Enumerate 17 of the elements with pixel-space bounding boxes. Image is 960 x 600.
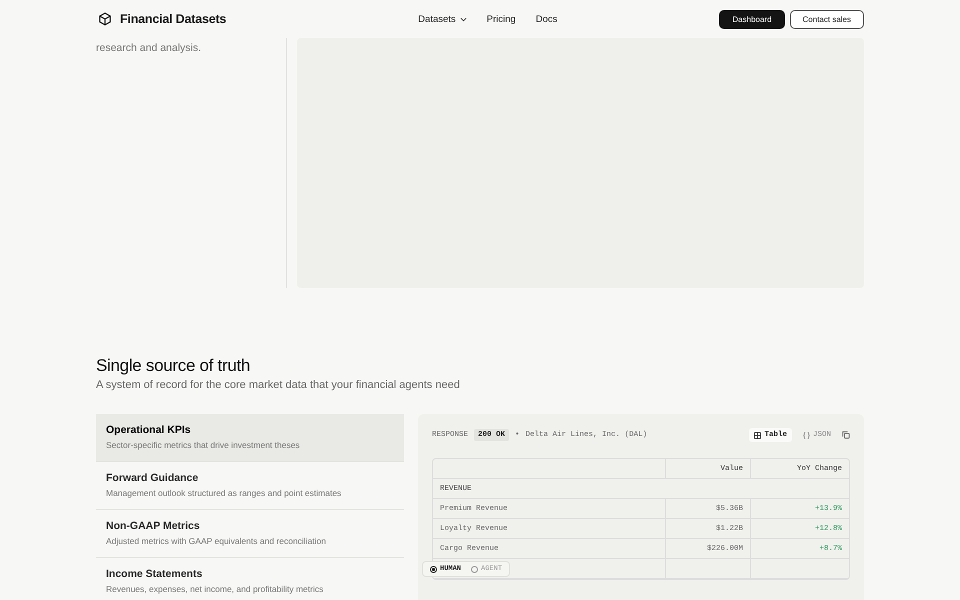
copy-icon[interactable]: [842, 431, 850, 439]
nav-link[interactable]: Docs: [536, 14, 558, 24]
brand-name[interactable]: Financial Datasets: [120, 12, 226, 26]
cube-icon: [98, 12, 112, 26]
contact-button[interactable]: Contact sales: [790, 10, 864, 28]
feature-item[interactable]: Forward Guidance Management outlook structured as ranges and point estimates: [96, 462, 404, 510]
nav-link[interactable]: Datasets: [418, 14, 467, 24]
dashboard-button[interactable]: Dashboard: [719, 10, 785, 28]
hero-text: research and analysis.: [96, 42, 202, 54]
section-subtitle: A system of record for the core market data that your financial agents need: [96, 379, 461, 391]
feature-item[interactable]: Non-GAAP Metrics Adjusted metrics with GAAP equivalents and reconciliation: [96, 510, 404, 558]
feature-item[interactable]: Income Statements Revenues, expenses, net income, and profitability metrics: [96, 558, 404, 600]
nav-link[interactable]: Pricing: [486, 14, 516, 24]
braces-icon: [802, 432, 810, 438]
feature-item[interactable]: Operational KPIs Sector-specific metrics that drive investment theses: [96, 414, 404, 462]
section-title: Single source of truth: [96, 356, 252, 376]
table-icon: [754, 432, 762, 438]
